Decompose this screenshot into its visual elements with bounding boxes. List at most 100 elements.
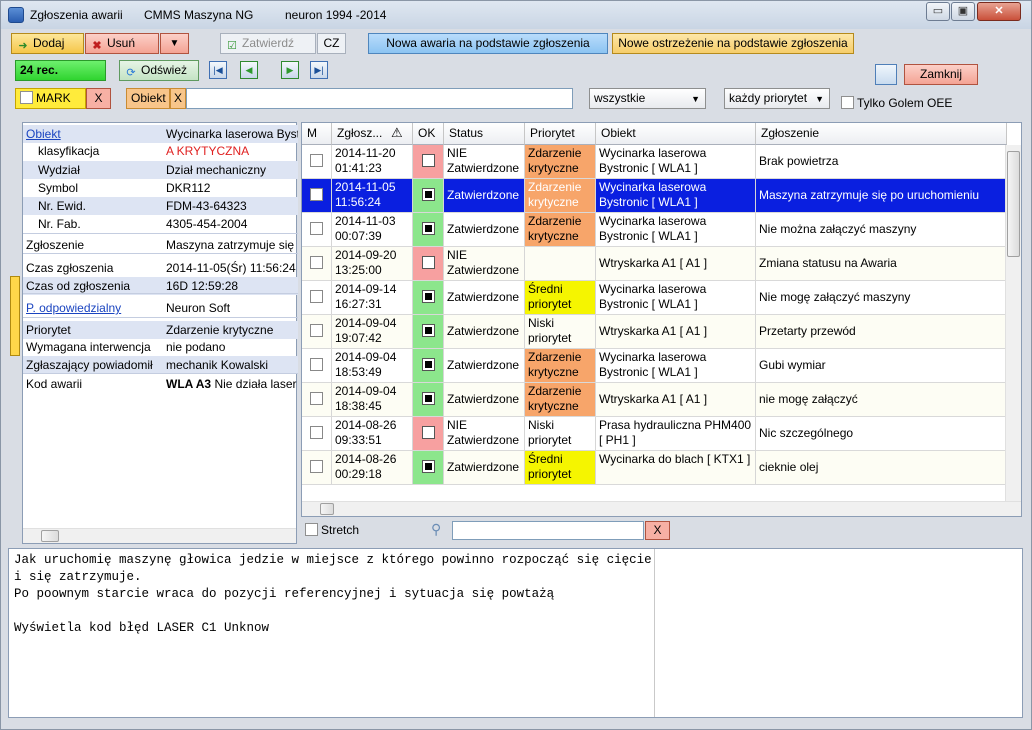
close-button[interactable]: Zamknij bbox=[904, 64, 978, 85]
table-row[interactable]: 2014-08-26 09:33:51 NIE Zatwierdzone Niski … bbox=[302, 417, 1007, 451]
golem-filter[interactable]: Tylko Golem OEE bbox=[841, 96, 952, 110]
app-icon bbox=[8, 7, 24, 23]
add-button[interactable]: ➜ Dodaj bbox=[11, 33, 84, 54]
new-failure-button[interactable]: Nowa awaria na podstawie zgłoszenia bbox=[368, 33, 608, 54]
close-window-button[interactable]: ✕ bbox=[977, 2, 1021, 21]
mark-cell[interactable] bbox=[302, 213, 332, 246]
prev-record-icon[interactable]: ◀ bbox=[240, 61, 258, 79]
mark-cell[interactable] bbox=[302, 315, 332, 348]
table-row[interactable]: 2014-09-04 18:38:45 Zatwierdzone Zdarzenie … bbox=[302, 383, 1007, 417]
mark-checkbox[interactable] bbox=[310, 222, 323, 235]
ok-checkbox[interactable] bbox=[422, 222, 435, 235]
mark-checkbox[interactable] bbox=[310, 426, 323, 439]
stretch-option[interactable]: Stretch bbox=[305, 523, 359, 537]
next-record-icon[interactable]: ▶ bbox=[281, 61, 299, 79]
window-layout-icon[interactable] bbox=[875, 64, 897, 85]
priority-cell: Zdarzenie krytyczne bbox=[525, 383, 596, 416]
priority-cell: Niski priorytet bbox=[525, 315, 596, 348]
mark-cell[interactable] bbox=[302, 281, 332, 314]
grid-search-input[interactable] bbox=[452, 521, 644, 540]
mark-filter[interactable]: MARK bbox=[15, 88, 86, 109]
column-header[interactable]: M bbox=[302, 123, 332, 145]
mark-cell[interactable] bbox=[302, 145, 332, 178]
mark-checkbox[interactable] bbox=[310, 188, 323, 201]
column-header[interactable]: OK bbox=[413, 123, 444, 145]
ok-cell[interactable] bbox=[413, 179, 444, 212]
new-warning-button[interactable]: Nowe ostrzeżenie na podstawie zgłoszenia bbox=[612, 33, 854, 54]
detail-key[interactable]: Obiekt bbox=[26, 125, 164, 143]
mark-cell[interactable] bbox=[302, 179, 332, 212]
mark-checkbox[interactable] bbox=[310, 358, 323, 371]
cz-button[interactable]: CZ bbox=[317, 33, 346, 54]
table-row[interactable]: 2014-08-26 00:29:18 Zatwierdzone Średni pri… bbox=[302, 451, 1007, 485]
ok-cell[interactable] bbox=[413, 349, 444, 382]
mark-checkbox[interactable] bbox=[20, 91, 33, 104]
mark-checkbox[interactable] bbox=[310, 154, 323, 167]
mark-cell[interactable] bbox=[302, 349, 332, 382]
refresh-button[interactable]: ⟳ Odśwież bbox=[119, 60, 199, 81]
ok-checkbox[interactable] bbox=[422, 188, 435, 201]
mark-checkbox[interactable] bbox=[310, 324, 323, 337]
ok-cell[interactable] bbox=[413, 247, 444, 280]
scroll-thumb[interactable] bbox=[1007, 151, 1020, 257]
table-row[interactable]: 2014-11-20 01:41:23 NIE Zatwierdzone Zdarze… bbox=[302, 145, 1007, 179]
maximize-button[interactable]: ▣ bbox=[951, 2, 975, 21]
last-record-icon[interactable]: ▶| bbox=[310, 61, 328, 79]
object-filter-input[interactable] bbox=[186, 88, 573, 109]
mark-cell[interactable] bbox=[302, 451, 332, 484]
column-header[interactable]: Status bbox=[444, 123, 525, 145]
ok-cell[interactable] bbox=[413, 417, 444, 450]
grid-vscroll[interactable] bbox=[1005, 145, 1021, 503]
ok-cell[interactable] bbox=[413, 451, 444, 484]
table-row[interactable]: 2014-09-04 19:07:42 Zatwierdzone Niski prio… bbox=[302, 315, 1007, 349]
first-record-icon[interactable]: |◀ bbox=[209, 61, 227, 79]
ok-checkbox[interactable] bbox=[422, 256, 435, 269]
ok-checkbox[interactable] bbox=[422, 460, 435, 473]
stretch-checkbox[interactable] bbox=[305, 523, 318, 536]
object-clear-button[interactable]: X bbox=[170, 88, 186, 109]
ok-checkbox[interactable] bbox=[422, 290, 435, 303]
ok-checkbox[interactable] bbox=[422, 154, 435, 167]
mark-cell[interactable] bbox=[302, 417, 332, 450]
approve-button[interactable]: ☑ Zatwierdź bbox=[220, 33, 316, 54]
table-row[interactable]: 2014-09-20 13:25:00 NIE Zatwierdzone Wtrysk… bbox=[302, 247, 1007, 281]
delete-button[interactable]: ✖ Usuń bbox=[85, 33, 159, 54]
mark-cell[interactable] bbox=[302, 247, 332, 280]
more-actions-dropdown[interactable]: ▼ bbox=[160, 33, 189, 54]
mark-checkbox[interactable] bbox=[310, 290, 323, 303]
scroll-thumb[interactable] bbox=[320, 503, 334, 515]
ok-cell[interactable] bbox=[413, 383, 444, 416]
detail-key: Kod awarii bbox=[26, 377, 83, 391]
column-header[interactable]: Obiekt bbox=[596, 123, 756, 145]
table-row[interactable]: 2014-11-05 11:56:24 Zatwierdzone Zdarzenie … bbox=[302, 179, 1007, 213]
search-clear-button[interactable]: X bbox=[645, 521, 670, 540]
report-description[interactable]: Jak uruchomię maszynę głowica jedzie w m… bbox=[8, 548, 1023, 718]
status-select[interactable]: wszystkie ▼ bbox=[589, 88, 706, 109]
ok-checkbox[interactable] bbox=[422, 358, 435, 371]
table-row[interactable]: 2014-11-03 00:07:39 Zatwierdzone Zdarzenie … bbox=[302, 213, 1007, 247]
column-header[interactable]: Priorytet bbox=[525, 123, 596, 145]
column-header[interactable]: Zgłoszenie bbox=[756, 123, 1007, 145]
minimize-button[interactable]: ▭ bbox=[926, 2, 950, 21]
ok-checkbox[interactable] bbox=[422, 324, 435, 337]
detail-key[interactable]: P. odpowiedzialny bbox=[26, 299, 164, 317]
table-row[interactable]: 2014-09-04 18:53:49 Zatwierdzone Zdarzenie … bbox=[302, 349, 1007, 383]
mark-checkbox[interactable] bbox=[310, 392, 323, 405]
ok-cell[interactable] bbox=[413, 315, 444, 348]
golem-checkbox[interactable] bbox=[841, 96, 854, 109]
details-hscroll[interactable] bbox=[23, 528, 296, 543]
scroll-thumb[interactable] bbox=[41, 530, 59, 542]
ok-checkbox[interactable] bbox=[422, 392, 435, 405]
mark-cell[interactable] bbox=[302, 383, 332, 416]
table-row[interactable]: 2014-09-14 16:27:31 Zatwierdzone Średni pri… bbox=[302, 281, 1007, 315]
mark-checkbox[interactable] bbox=[310, 256, 323, 269]
priority-select[interactable]: każdy priorytet ▼ bbox=[724, 88, 830, 109]
mark-clear-button[interactable]: X bbox=[86, 88, 111, 109]
ok-cell[interactable] bbox=[413, 145, 444, 178]
ok-checkbox[interactable] bbox=[422, 426, 435, 439]
side-collapse-tab[interactable] bbox=[10, 276, 20, 356]
mark-checkbox[interactable] bbox=[310, 460, 323, 473]
ok-cell[interactable] bbox=[413, 213, 444, 246]
grid-hscroll[interactable] bbox=[302, 501, 1021, 516]
ok-cell[interactable] bbox=[413, 281, 444, 314]
